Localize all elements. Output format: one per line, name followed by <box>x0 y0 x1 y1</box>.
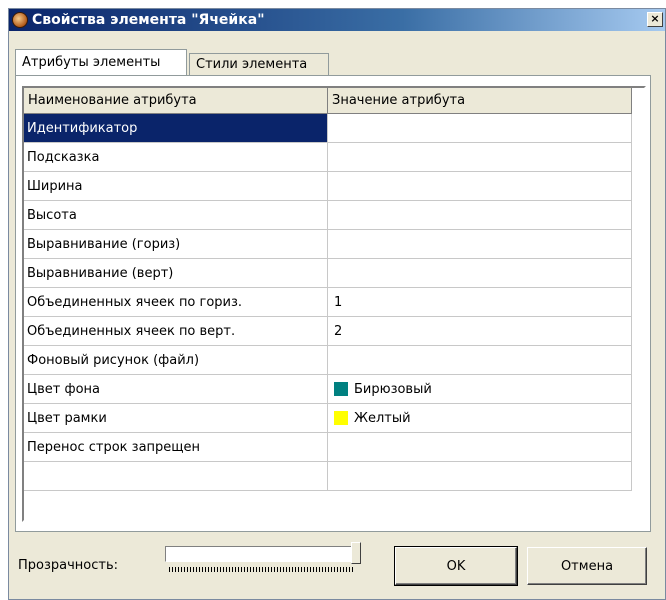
attribute-value-cell[interactable] <box>328 114 632 143</box>
grid-row[interactable] <box>24 462 644 491</box>
attribute-name-cell[interactable]: Ширина <box>24 172 328 201</box>
grid-row[interactable]: Фоновый рисунок (файл) <box>24 346 644 375</box>
properties-dialog: Свойства элемента "Ячейка" × Атрибуты эл… <box>8 8 666 600</box>
grid-row[interactable]: Ширина <box>24 172 644 201</box>
attributes-grid[interactable]: Наименование атрибута Значение атрибута … <box>22 86 646 522</box>
grid-row[interactable]: Объединенных ячеек по гориз. 1 <box>24 288 644 317</box>
attribute-name-cell[interactable]: Выравнивание (гориз) <box>24 230 328 259</box>
attribute-name-cell[interactable]: Подсказка <box>24 143 328 172</box>
slider-track[interactable] <box>165 546 355 562</box>
attribute-value-cell[interactable] <box>328 172 632 201</box>
grid-row[interactable]: Перенос строк запрещен <box>24 433 644 462</box>
attribute-name-cell[interactable]: Цвет рамки <box>24 404 328 433</box>
attribute-name-cell[interactable] <box>24 462 328 491</box>
ok-button[interactable]: OK <box>394 546 518 586</box>
attribute-name-cell[interactable]: Перенос строк запрещен <box>24 433 328 462</box>
color-swatch <box>334 382 348 396</box>
grid-row[interactable]: Подсказка <box>24 143 644 172</box>
tab-element-attributes[interactable]: Атрибуты элементы <box>15 49 187 75</box>
grid-body: Идентификатор Подсказка Ширина Высота Выравн… <box>24 114 644 491</box>
attribute-value-text: Бирюзовый <box>354 381 432 397</box>
dialog-footer: Прозрачность: OK Отмена <box>9 539 665 599</box>
attribute-value-cell[interactable]: 2 <box>328 317 632 346</box>
attribute-value-cell[interactable] <box>328 259 632 288</box>
grid-header: Наименование атрибута Значение атрибута <box>24 88 644 114</box>
transparency-slider[interactable] <box>165 539 365 579</box>
grid-row[interactable]: Выравнивание (гориз) <box>24 230 644 259</box>
attribute-value-cell[interactable] <box>328 346 632 375</box>
attribute-value-cell[interactable] <box>328 230 632 259</box>
app-icon <box>12 12 28 28</box>
attribute-name-cell[interactable]: Цвет фона <box>24 375 328 404</box>
grid-row[interactable]: Идентификатор <box>24 114 644 143</box>
transparency-label: Прозрачность: <box>18 558 119 573</box>
attribute-name-cell[interactable]: Высота <box>24 201 328 230</box>
attribute-value-text: Желтый <box>354 410 411 426</box>
close-button[interactable]: × <box>647 12 663 27</box>
window-title: Свойства элемента "Ячейка" <box>32 12 265 28</box>
attribute-value-cell[interactable]: 1 <box>328 288 632 317</box>
attribute-value-text: 2 <box>334 323 343 339</box>
grid-row[interactable]: Выравнивание (верт) <box>24 259 644 288</box>
grid-row[interactable]: Цвет рамки Желтый <box>24 404 644 433</box>
attribute-value-cell[interactable] <box>328 462 632 491</box>
grid-row[interactable]: Объединенных ячеек по верт. 2 <box>24 317 644 346</box>
attribute-value-cell[interactable]: Желтый <box>328 404 632 433</box>
attribute-value-text: 1 <box>334 294 343 310</box>
tab-panel: Наименование атрибута Значение атрибута … <box>15 75 651 532</box>
slider-thumb[interactable] <box>351 542 361 564</box>
attribute-value-cell[interactable] <box>328 201 632 230</box>
tab-element-styles[interactable]: Стили элемента <box>189 53 329 75</box>
slider-ticks <box>169 567 353 572</box>
attribute-name-cell[interactable]: Выравнивание (верт) <box>24 259 328 288</box>
cancel-button[interactable]: Отмена <box>527 547 647 585</box>
column-header-attribute-name[interactable]: Наименование атрибута <box>24 88 328 114</box>
attribute-name-cell[interactable]: Идентификатор <box>24 114 328 143</box>
grid-row[interactable]: Высота <box>24 201 644 230</box>
color-swatch <box>334 411 348 425</box>
column-header-attribute-value[interactable]: Значение атрибута <box>328 88 632 114</box>
attribute-name-cell[interactable]: Фоновый рисунок (файл) <box>24 346 328 375</box>
attribute-name-cell[interactable]: Объединенных ячеек по гориз. <box>24 288 328 317</box>
attribute-name-cell[interactable]: Объединенных ячеек по верт. <box>24 317 328 346</box>
attribute-value-cell[interactable]: Бирюзовый <box>328 375 632 404</box>
attribute-value-cell[interactable] <box>328 433 632 462</box>
attribute-value-cell[interactable] <box>328 143 632 172</box>
grid-row[interactable]: Цвет фона Бирюзовый <box>24 375 644 404</box>
title-bar[interactable]: Свойства элемента "Ячейка" × <box>9 9 665 31</box>
